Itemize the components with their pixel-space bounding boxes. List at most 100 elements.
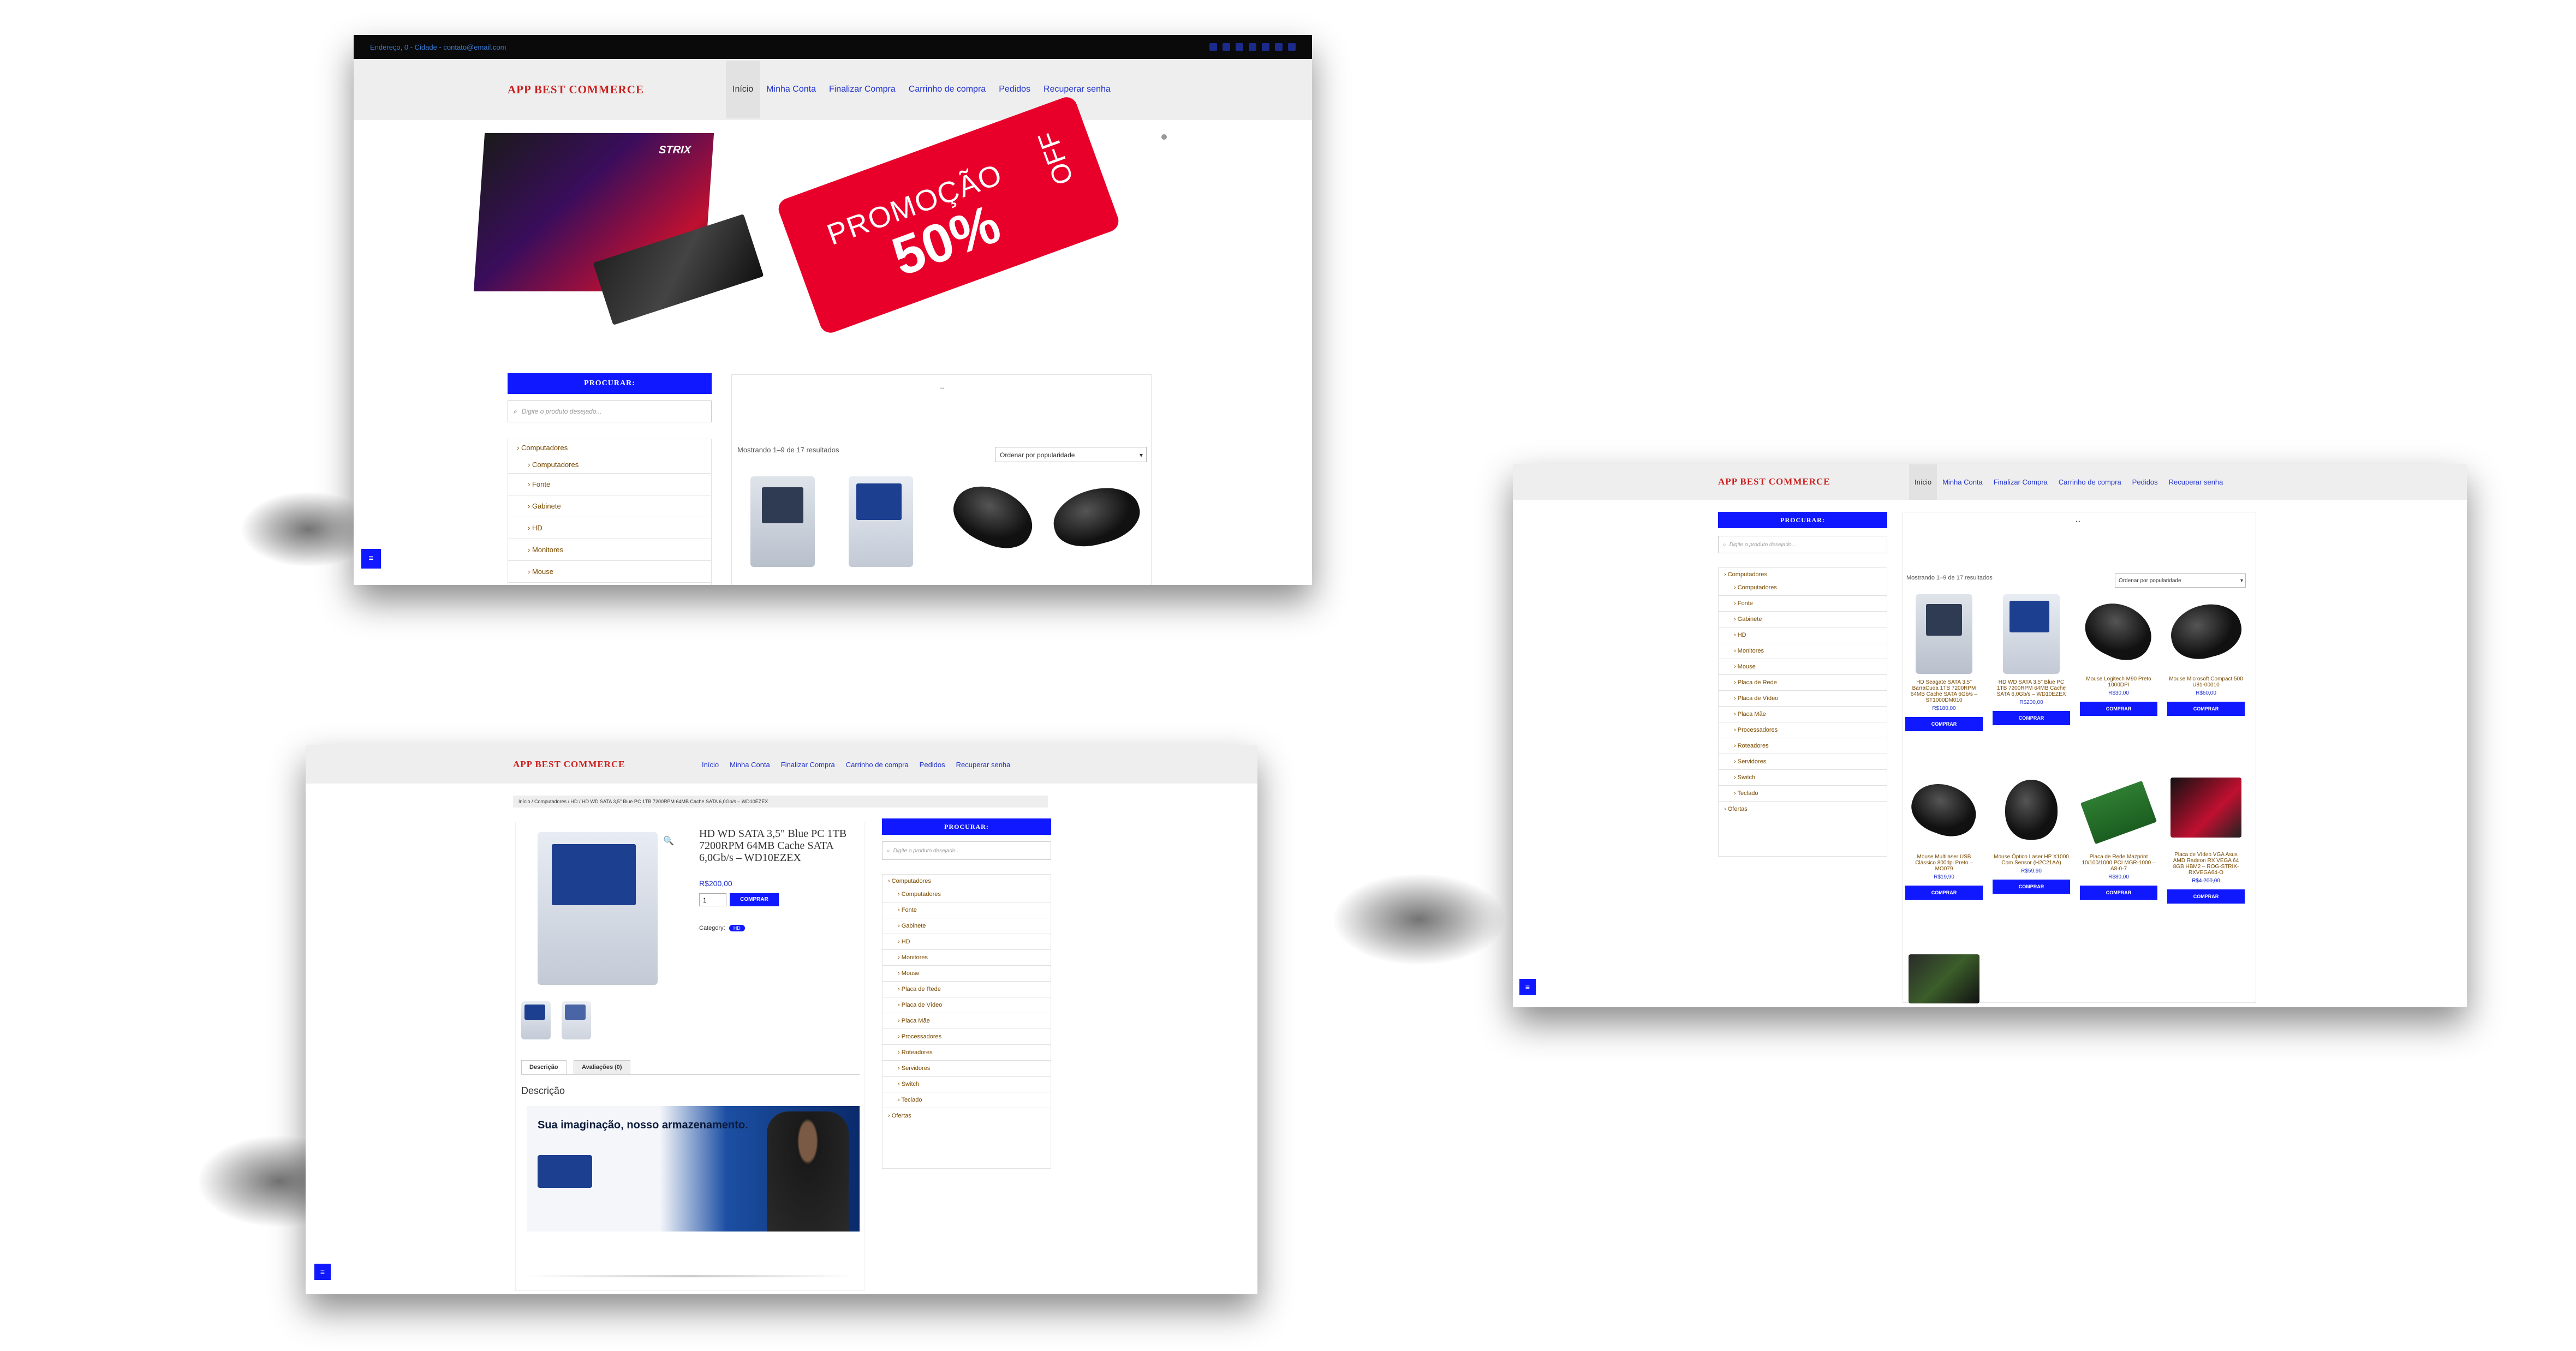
nav-pedidos[interactable]: Pedidos [2127,464,2163,500]
product-name[interactable]: HD WD SATA 3,5" Blue PC 1TB 7200RPM 64MB… [1990,679,2072,697]
product-name[interactable]: Mouse Óptico Laser HP X1000 Com Sensor (… [1990,854,2072,866]
buy-button[interactable]: COMPRAR [1993,880,2070,894]
site-logo[interactable]: APP BEST COMMERCE [513,759,696,770]
product-image[interactable] [944,474,1042,559]
nav-carrinho[interactable]: Carrinho de compra [2053,464,2127,500]
quantity-stepper[interactable]: 1 [699,893,726,906]
category-item[interactable]: › Switch [1719,770,1887,786]
product-image[interactable] [1047,479,1146,555]
nav-inicio[interactable]: Início [696,746,724,783]
nav-carrinho[interactable]: Carrinho de compra [840,746,914,783]
promo-banner[interactable]: STRIX PROMOÇÃO 50% OFF [473,94,1122,395]
nav-finalizar-compra[interactable]: Finalizar Compra [822,61,902,118]
category-item[interactable]: › HD [1719,627,1887,643]
product-image[interactable] [2003,594,2060,674]
nav-pedidos[interactable]: Pedidos [914,746,951,783]
category-item[interactable]: › Gabinete [508,495,711,517]
sort-select[interactable]: Ordenar por popularidade ▾ [995,447,1147,462]
category-item[interactable]: › HD [882,934,1051,950]
nav-carrinho[interactable]: Carrinho de compra [902,61,992,118]
category-item[interactable]: › Computadores [1719,581,1887,596]
sort-select[interactable]: Ordenar por popularidade ▾ [2115,573,2246,588]
tab-avaliacoes[interactable]: Avaliações (0) [574,1060,630,1074]
product-name[interactable]: HD Seagate SATA 3,5" BarraCuda 1TB 7200R… [1903,679,1985,703]
search-input[interactable]: ⌕ Digite o produto desejado... [882,841,1051,860]
site-logo[interactable]: APP BEST COMMERCE [508,83,726,97]
site-logo[interactable]: APP BEST COMMERCE [1718,476,1909,487]
facebook-icon[interactable] [1209,43,1217,51]
nav-inicio[interactable]: Início [1909,464,1937,500]
search-input[interactable]: ⌕ Digite o produto desejado... [508,400,712,422]
product-image[interactable] [750,476,815,567]
category-offers[interactable]: › Ofertas [1719,802,1887,817]
category-item[interactable]: › Placa de Vídeo [1719,691,1887,707]
product-image[interactable] [2005,780,2058,840]
search-input[interactable]: ⌕ Digite o produto desejado... [1718,536,1887,553]
category-item[interactable]: › Mouse [1719,659,1887,675]
category-item[interactable]: › Placa Mãe [1719,707,1887,722]
buy-button[interactable]: COMPRAR [2080,702,2157,716]
buy-button[interactable]: COMPRAR [730,893,779,906]
category-item[interactable]: › Placa de Rede [882,982,1051,997]
category-item[interactable]: › Roteadores [1719,738,1887,754]
category-parent[interactable]: › Computadores [1719,568,1887,581]
nav-inicio[interactable]: Início [726,61,760,118]
category-item[interactable]: › Gabinete [1719,612,1887,627]
category-item[interactable]: › Computadores [508,456,711,474]
breadcrumb[interactable]: Início / Computadores / HD / HD WD SATA … [513,796,1048,808]
twitter-icon[interactable] [1223,43,1230,51]
product-image[interactable] [2080,780,2157,845]
zoom-icon[interactable]: 🔍 [663,835,674,846]
slider-dot[interactable] [1161,134,1167,140]
category-item[interactable]: › Processadores [1719,722,1887,738]
category-item[interactable]: › Computadores [882,888,1051,902]
product-name[interactable]: Mouse Microsoft Compact 500 U81-00010 [2165,676,2247,688]
category-item[interactable]: › Switch [882,1077,1051,1092]
category-item[interactable]: › Servidores [1719,754,1887,770]
buy-button[interactable]: COMPRAR [2167,889,2245,904]
category-item[interactable]: › Processadores [882,1029,1051,1045]
product-name[interactable]: Mouse Logitech M90 Preto 1000DPI [2078,676,2160,688]
product-name[interactable]: Mouse Multilaser USB Clássico 800dpi Pre… [1903,854,1985,872]
product-image[interactable] [1905,775,1983,844]
category-parent[interactable]: › Computadores [882,875,1051,888]
category-item[interactable]: › Monitores [882,950,1051,966]
product-name[interactable]: Placa de Rede Mazprint 10/100/1000 PCI M… [2078,854,2160,872]
product-image[interactable] [849,476,913,567]
nav-recuperar-senha[interactable]: Recuperar senha [951,746,1016,783]
product-image[interactable] [2164,596,2247,666]
whatsapp-icon[interactable] [1275,43,1283,51]
product-thumbnail[interactable] [521,1001,551,1039]
category-item[interactable]: › Gabinete [882,918,1051,934]
category-tag[interactable]: HD [729,925,745,931]
category-item[interactable]: › Monitores [1719,643,1887,659]
category-offers[interactable]: › Ofertas [882,1108,1051,1123]
email-icon[interactable] [1288,43,1296,51]
menu-button[interactable]: ≡ [1519,979,1536,995]
category-item[interactable]: › Mouse [882,966,1051,982]
buy-button[interactable]: COMPRAR [1905,717,1983,731]
buy-button[interactable]: COMPRAR [2080,886,2157,900]
category-item[interactable]: › Roteadores [882,1045,1051,1061]
category-item[interactable]: › Teclado [882,1092,1051,1108]
category-item[interactable]: › Placa de Rede [1719,675,1887,691]
youtube-icon[interactable] [1249,43,1256,51]
product-thumbnail[interactable] [562,1001,591,1039]
category-item[interactable]: › Teclado [1719,786,1887,802]
nav-finalizar-compra[interactable]: Finalizar Compra [1988,464,2053,500]
category-item[interactable]: › Monitores [508,539,711,561]
menu-button[interactable]: ≡ [361,549,381,569]
product-image[interactable] [2077,593,2161,669]
nav-finalizar-compra[interactable]: Finalizar Compra [776,746,840,783]
nav-minha-conta[interactable]: Minha Conta [760,61,822,118]
product-name[interactable]: Placa de Vídeo VGA Asus AMD Radeon RX VE… [2165,852,2247,876]
nav-recuperar-senha[interactable]: Recuperar senha [2163,464,2229,500]
category-item[interactable]: › HD [508,517,711,539]
instagram-icon[interactable] [1236,43,1243,51]
nav-minha-conta[interactable]: Minha Conta [724,746,776,783]
category-item[interactable]: › Placa Mãe [882,1013,1051,1029]
menu-button[interactable]: ≡ [314,1264,331,1280]
product-image[interactable] [2170,778,2241,838]
product-image[interactable] [1916,594,1972,674]
category-parent[interactable]: › Computadores [508,439,711,456]
